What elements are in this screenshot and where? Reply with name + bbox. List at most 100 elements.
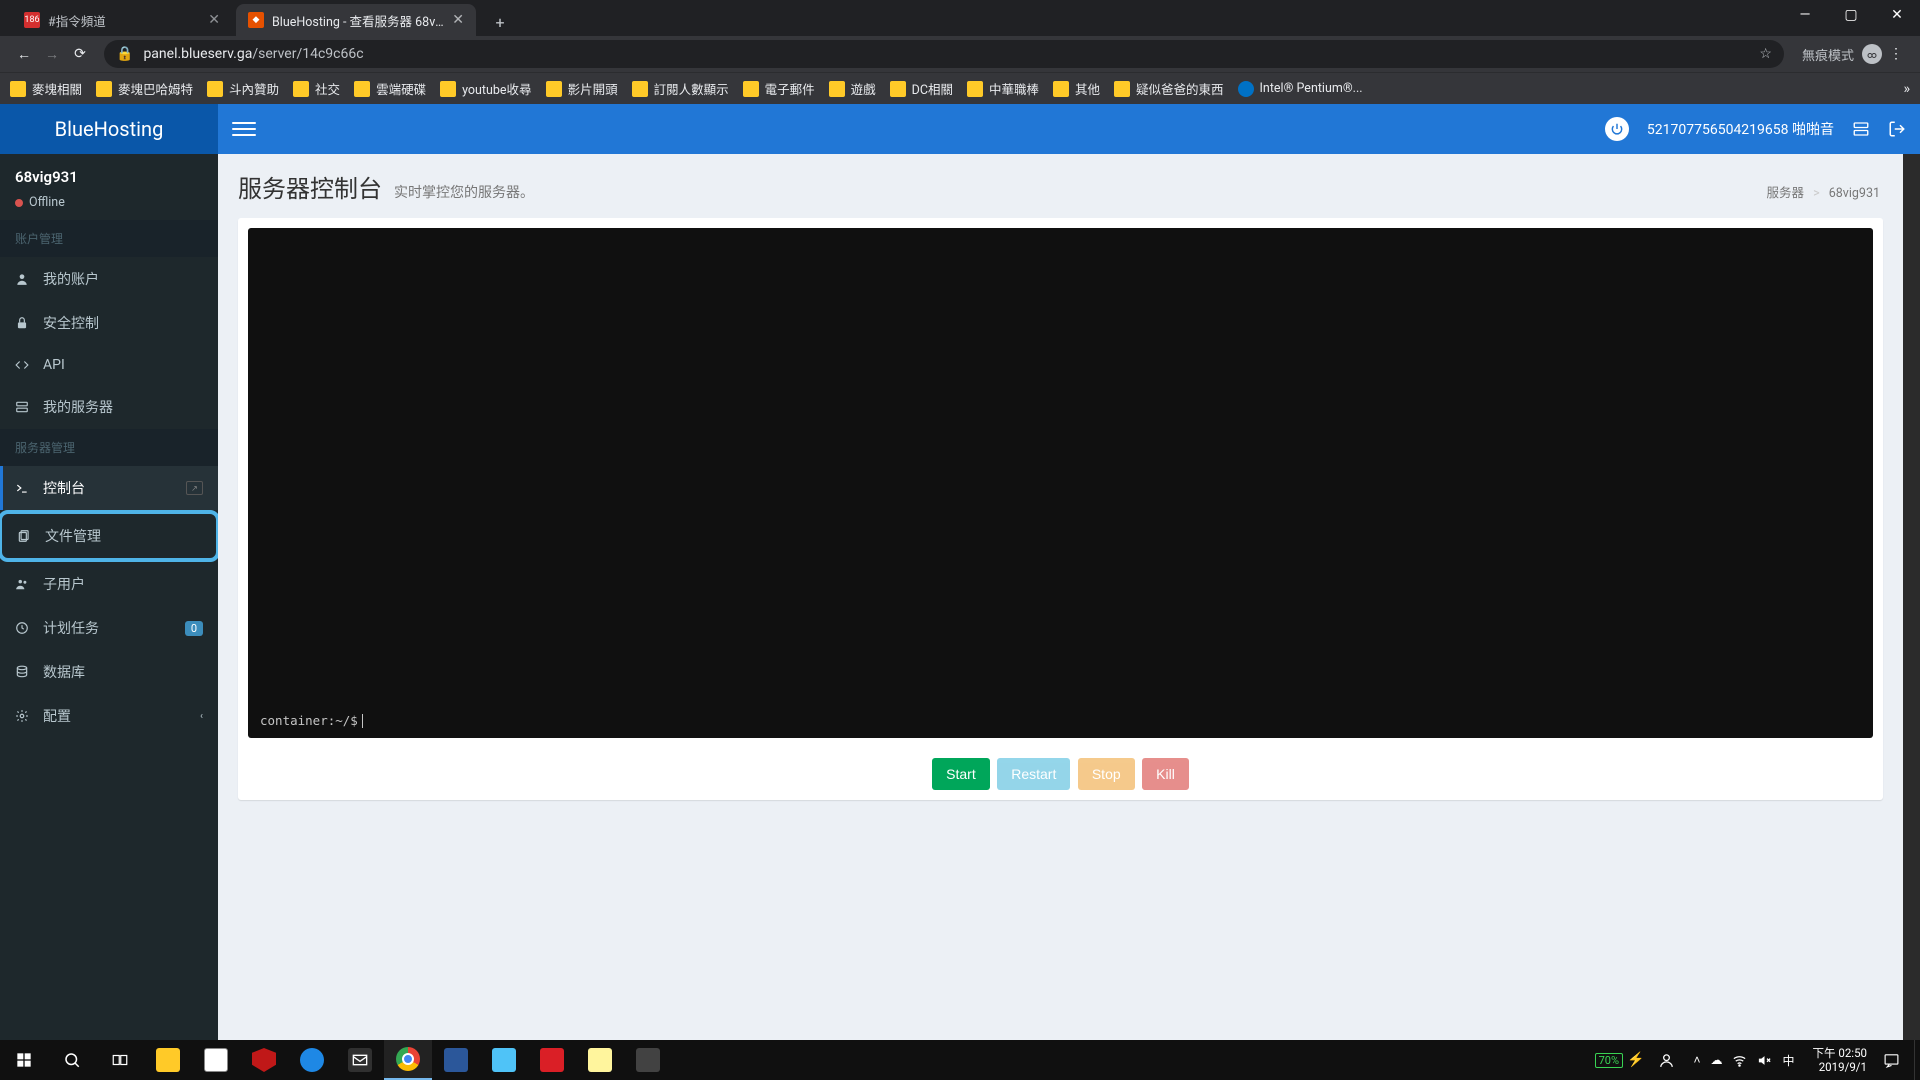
page-scrollbar[interactable] xyxy=(1903,154,1920,1040)
users-icon xyxy=(15,577,31,591)
terminal[interactable]: container:~/$ xyxy=(248,228,1873,738)
taskbar-app-chrome[interactable] xyxy=(384,1040,432,1080)
app-navbar: 521707756504219658 啪啪音 xyxy=(218,104,1920,154)
task-view-button[interactable] xyxy=(96,1040,144,1080)
bookmark-item[interactable]: 雲端硬碟 xyxy=(354,79,426,98)
people-icon[interactable] xyxy=(1658,1052,1675,1069)
annotation-highlight: 文件管理 xyxy=(0,510,218,562)
nav-forward-button[interactable]: → xyxy=(38,40,66,68)
folder-icon xyxy=(632,81,648,97)
taskbar-app-photos[interactable] xyxy=(624,1040,672,1080)
window-maximize-button[interactable]: ▢ xyxy=(1828,0,1874,30)
files-icon xyxy=(17,529,33,543)
bookmark-item[interactable]: 其他 xyxy=(1053,79,1100,98)
start-menu-button[interactable] xyxy=(0,1040,48,1080)
bookmark-item[interactable]: 麥塊相關 xyxy=(10,79,82,98)
servers-icon xyxy=(15,400,31,414)
sidebar-item-subusers[interactable]: 子用户 xyxy=(0,562,218,606)
volume-mute-icon[interactable] xyxy=(1757,1053,1772,1068)
nav-reload-button[interactable]: ⟳ xyxy=(66,40,94,68)
bookmark-item[interactable]: 中華職棒 xyxy=(967,79,1039,98)
sidebar-toggle-button[interactable] xyxy=(232,117,256,141)
taskbar-app-adobe[interactable] xyxy=(528,1040,576,1080)
nav-user[interactable]: 521707756504219658 啪啪音 xyxy=(1647,119,1834,139)
wifi-icon[interactable] xyxy=(1732,1053,1747,1068)
taskbar-app-mail[interactable] xyxy=(336,1040,384,1080)
tab-close-icon[interactable]: ✕ xyxy=(452,12,464,28)
new-tab-button[interactable]: + xyxy=(486,8,514,36)
taskbar-app-mcafee[interactable] xyxy=(240,1040,288,1080)
bookmark-item[interactable]: 影片開頭 xyxy=(546,79,618,98)
bookmark-item[interactable]: 麥塊巴哈姆特 xyxy=(96,79,193,98)
restart-button[interactable]: Restart xyxy=(997,758,1070,790)
lock-icon: 🔒 xyxy=(116,46,133,62)
kill-button[interactable]: Kill xyxy=(1142,758,1189,790)
show-desktop-button[interactable] xyxy=(1914,1040,1920,1080)
bookmark-item[interactable]: 電子郵件 xyxy=(743,79,815,98)
battery-indicator[interactable]: 70% xyxy=(1595,1053,1623,1068)
servers-icon[interactable] xyxy=(1852,120,1870,138)
server-name: 68vig931 xyxy=(15,168,203,186)
sidebar-item-my-servers[interactable]: 我的服务器 xyxy=(0,385,218,429)
bookmark-item[interactable]: 社交 xyxy=(293,79,340,98)
laptop-icon xyxy=(492,1048,516,1072)
sidebar-item-schedules[interactable]: 计划任务 0 xyxy=(0,606,218,650)
mcafee-icon xyxy=(252,1048,276,1072)
window-close-button[interactable]: ✕ xyxy=(1874,0,1920,30)
onedrive-icon[interactable]: ☁ xyxy=(1710,1053,1722,1067)
favicon-icon: ◆ xyxy=(248,12,264,28)
favicon-icon: 186 xyxy=(24,12,40,28)
database-icon xyxy=(15,665,31,679)
sidebar-item-settings[interactable]: 配置 ‹ xyxy=(0,694,218,738)
cursor-icon xyxy=(362,714,363,728)
clock[interactable]: 下午 02:50 2019/9/1 xyxy=(1805,1046,1876,1075)
taskbar-app-file-explorer[interactable] xyxy=(144,1040,192,1080)
taskbar-app-laptop[interactable] xyxy=(480,1040,528,1080)
sidebar-item-my-account[interactable]: 我的账户 xyxy=(0,257,218,301)
word-icon xyxy=(444,1048,468,1072)
bookmark-item[interactable]: 遊戲 xyxy=(829,79,876,98)
power-icon[interactable] xyxy=(1605,117,1629,141)
bookmark-item[interactable]: DC相關 xyxy=(890,79,953,98)
sidebar-item-security[interactable]: 安全控制 xyxy=(0,301,218,345)
sidebar-item-file-manager[interactable]: 文件管理 xyxy=(2,514,216,558)
url-text: panel.blueserv.ga/server/14c9c66c xyxy=(143,46,1749,62)
incognito-icon xyxy=(1862,44,1882,64)
bookmarks-overflow-button[interactable]: » xyxy=(1903,81,1910,97)
bookmark-item[interactable]: 疑似爸爸的東西 xyxy=(1114,79,1224,98)
sidebar-item-databases[interactable]: 数据库 xyxy=(0,650,218,694)
folder-icon xyxy=(293,81,309,97)
bookmark-item[interactable]: 訂閱人數顯示 xyxy=(632,79,729,98)
incognito-label: 無痕模式 xyxy=(1802,45,1854,64)
start-button[interactable]: Start xyxy=(932,758,990,790)
taskbar-app-word[interactable] xyxy=(432,1040,480,1080)
browser-menu-button[interactable]: ⋮ xyxy=(1882,40,1910,68)
taskbar-app-ms-store[interactable] xyxy=(192,1040,240,1080)
taskbar-app-notes[interactable] xyxy=(576,1040,624,1080)
bookmark-item[interactable]: youtube收尋 xyxy=(440,79,531,98)
browser-tab-0[interactable]: 186 #指令頻道 ✕ xyxy=(12,4,232,36)
app-logo[interactable]: BlueHosting xyxy=(0,104,218,154)
sidebar-item-api[interactable]: API xyxy=(0,345,218,385)
action-center-icon[interactable] xyxy=(1883,1052,1900,1069)
omnibox[interactable]: 🔒 panel.blueserv.ga/server/14c9c66c ☆ xyxy=(104,40,1784,68)
logout-icon[interactable] xyxy=(1888,120,1906,138)
bookmark-item[interactable]: Intel® Pentium®... xyxy=(1238,81,1363,97)
page-subtitle: 实时掌控您的服务器。 xyxy=(394,182,534,202)
external-link-icon[interactable]: ↗ xyxy=(186,481,203,495)
sidebar-item-console[interactable]: 控制台 ↗ xyxy=(0,466,218,510)
star-icon[interactable]: ☆ xyxy=(1759,46,1772,62)
window-minimize-button[interactable]: — xyxy=(1782,0,1828,30)
browser-tab-1[interactable]: ◆ BlueHosting - 查看服务器 68vig… ✕ xyxy=(236,4,476,36)
nav-back-button[interactable]: ← xyxy=(10,40,38,68)
tab-close-icon[interactable]: ✕ xyxy=(208,12,220,28)
bookmark-item[interactable]: 斗內贊助 xyxy=(207,79,279,98)
folder-icon xyxy=(440,81,456,97)
stop-button[interactable]: Stop xyxy=(1078,758,1135,790)
page-content: BlueHosting 521707756504219658 啪啪音 xyxy=(0,104,1920,1040)
clock-icon xyxy=(15,621,31,635)
tray-overflow-icon[interactable]: ˄ xyxy=(1693,1053,1700,1067)
search-button[interactable] xyxy=(48,1040,96,1080)
taskbar-app-blue[interactable] xyxy=(288,1040,336,1080)
ime-indicator[interactable]: 中 xyxy=(1782,1052,1794,1069)
